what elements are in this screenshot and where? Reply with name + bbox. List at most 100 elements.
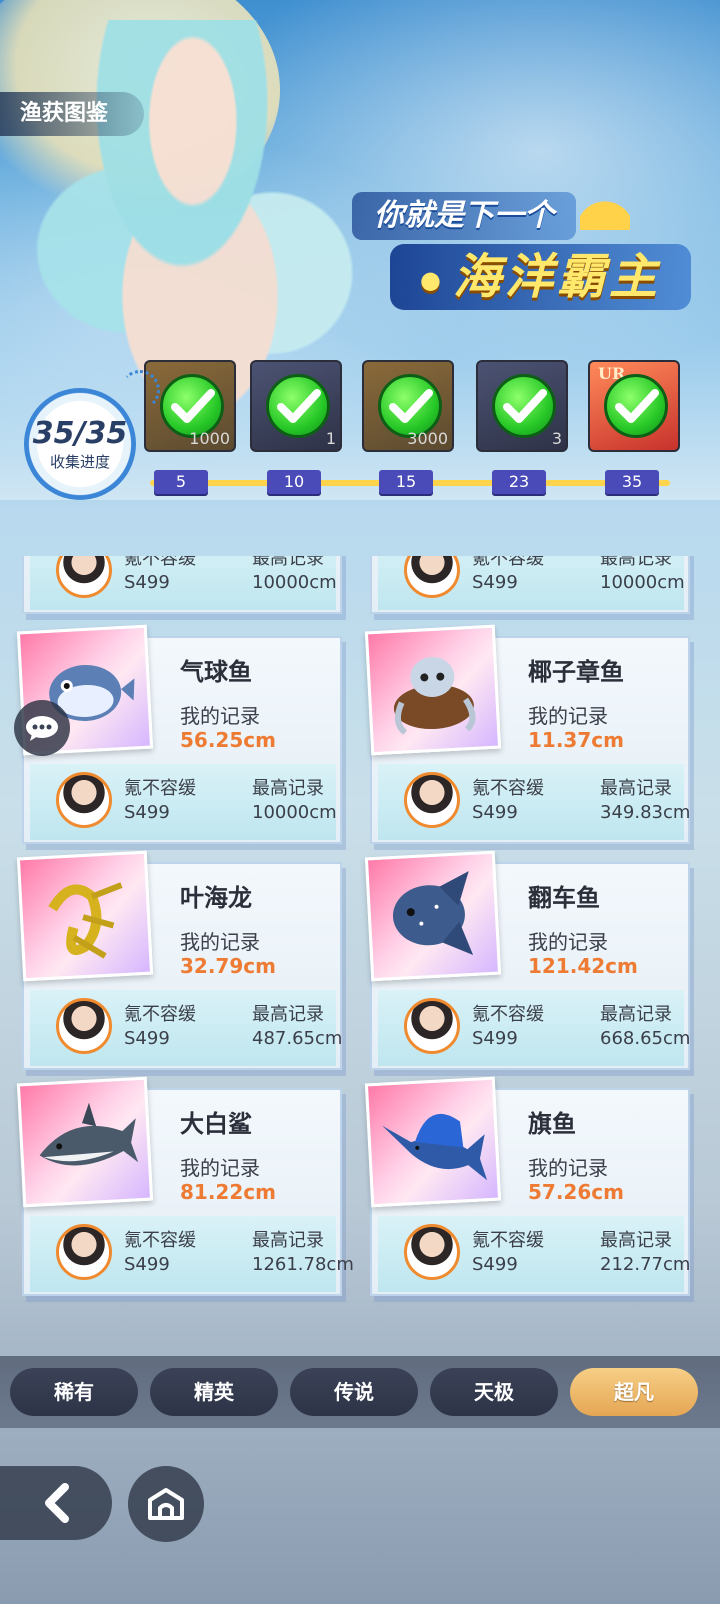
best-record-value: 668.65cm — [600, 1028, 691, 1049]
fish-card[interactable]: 氪不容缓 S499 最高记录 10000cm — [22, 556, 342, 614]
my-record-label: 我的记录 — [180, 704, 260, 728]
best-record-label: 最高记录 — [252, 1230, 324, 1251]
home-icon — [148, 1488, 184, 1520]
player-name: 氪不容缓 — [124, 778, 196, 799]
best-record-label: 最高记录 — [600, 1004, 672, 1025]
checkmark-icon — [266, 374, 330, 438]
milestone-marker: 15 — [379, 470, 433, 494]
fish-icon — [379, 638, 490, 743]
fish-icon — [379, 1090, 490, 1195]
avatar[interactable] — [404, 556, 460, 598]
my-record-value: 121.42cm — [528, 954, 638, 978]
player-name: 氪不容缓 — [124, 1230, 196, 1251]
fish-image — [16, 1076, 154, 1208]
player-name: 氪不容缓 — [472, 556, 544, 569]
best-record-label: 最高记录 — [252, 778, 324, 799]
collection-progress: 35/35 收集进度 — [24, 388, 136, 500]
avatar[interactable] — [404, 1224, 460, 1280]
top-record-panel: 氪不容缓 S499 最高记录 668.65cm — [378, 990, 690, 1066]
slogan-line2-wrap: ● 海洋霸主 — [390, 244, 691, 310]
top-record-panel: 氪不容缓 S499 最高记录 10000cm — [30, 556, 337, 610]
shell-icon — [580, 190, 630, 230]
top-record-panel: 氪不容缓 S499 最高记录 212.77cm — [378, 1216, 690, 1292]
my-record-label: 我的记录 — [180, 930, 260, 954]
fish-image — [16, 850, 154, 982]
fish-card[interactable]: 旗鱼 我的记录 57.26cm 氪不容缓 S499 最高记录 212.77cm — [364, 1076, 690, 1296]
tab-rarity-2[interactable]: 精英 — [150, 1368, 278, 1416]
player-score: S499 — [472, 572, 518, 593]
tab-rarity-4[interactable]: 天极 — [430, 1368, 558, 1416]
reward-chest-1[interactable]: 1000 — [144, 360, 236, 452]
tab-rarity-5[interactable]: 超凡 — [570, 1368, 698, 1416]
fish-image — [364, 850, 502, 982]
player-score: S499 — [472, 1028, 518, 1049]
my-record-label: 我的记录 — [528, 1156, 608, 1180]
avatar[interactable] — [404, 772, 460, 828]
milestone-marker: 23 — [492, 470, 546, 494]
chat-bubble-icon — [26, 716, 58, 741]
fish-name: 翻车鱼 — [528, 884, 600, 912]
reward-chest-2[interactable]: 1 — [250, 360, 342, 452]
fish-name: 叶海龙 — [180, 884, 252, 912]
player-score: S499 — [124, 802, 170, 823]
fish-icon — [31, 1090, 142, 1195]
tab-rarity-1[interactable]: 稀有 — [10, 1368, 138, 1416]
my-record-label: 我的记录 — [180, 1156, 260, 1180]
reward-quantity: 1 — [325, 429, 336, 448]
page-title: 渔获图鉴 — [0, 92, 145, 136]
player-name: 氪不容缓 — [472, 1004, 544, 1025]
reward-chest-5[interactable]: UR — [588, 360, 680, 452]
milestone-marker: 10 — [267, 470, 321, 494]
avatar[interactable] — [56, 556, 112, 598]
best-record-value: 212.77cm — [600, 1254, 691, 1275]
avatar[interactable] — [56, 1224, 112, 1280]
reward-quantity: 3 — [551, 429, 562, 448]
fish-icon — [31, 864, 142, 969]
fish-card[interactable]: 气球鱼 我的记录 56.25cm 氪不容缓 S499 最高记录 10000cm — [16, 624, 342, 844]
best-record-value: 487.65cm — [252, 1028, 343, 1049]
fish-card[interactable]: 大白鲨 我的记录 81.22cm 氪不容缓 S499 最高记录 1261.78cm — [16, 1076, 354, 1296]
sparkle-icon: ● — [420, 266, 445, 294]
player-score: S499 — [472, 1254, 518, 1275]
progress-label: 收集进度 — [49, 452, 110, 471]
player-score: S499 — [124, 1028, 170, 1049]
reward-quantity: 3000 — [407, 429, 448, 448]
best-record-value: 1261.78cm — [252, 1254, 354, 1275]
player-name: 氪不容缓 — [472, 778, 544, 799]
fish-card[interactable]: 氪不容缓 S499 最高记录 10000cm — [370, 556, 690, 614]
slogan: 你就是下一个 ● 海洋霸主 — [330, 180, 700, 320]
reward-chest-4[interactable]: 3 — [476, 360, 568, 452]
chain-decoration — [120, 370, 160, 410]
home-button[interactable] — [128, 1466, 204, 1542]
milestone-marker: 5 — [154, 470, 208, 494]
my-record-label: 我的记录 — [528, 930, 608, 954]
fish-list[interactable]: 氪不容缓 S499 最高记录 10000cm 氪不容缓 S499 最高记录 10000cm 气球… — [0, 556, 720, 1312]
fish-card[interactable]: 叶海龙 我的记录 32.79cm 氪不容缓 S499 最高记录 487.65cm — [16, 850, 343, 1070]
my-record-label: 我的记录 — [528, 704, 608, 728]
chat-button[interactable] — [14, 700, 70, 756]
best-record-value: 10000cm — [252, 802, 337, 823]
best-record-label: 最高记录 — [600, 556, 672, 569]
my-record-value: 56.25cm — [180, 728, 276, 752]
player-score: S499 — [124, 1254, 170, 1275]
best-record-label: 最高记录 — [600, 1230, 672, 1251]
best-record-value: 10000cm — [600, 572, 685, 593]
reward-chest-3[interactable]: 3000 — [362, 360, 454, 452]
avatar[interactable] — [56, 772, 112, 828]
fish-card[interactable]: 翻车鱼我的记录 121.42cm 氪不容缓 S499 最高记录 668.65cm — [364, 850, 690, 1070]
slogan-line2: 海洋霸主 — [452, 249, 661, 305]
avatar[interactable] — [56, 998, 112, 1054]
top-record-panel: 氪不容缓 S499 最高记录 349.83cm — [378, 764, 690, 840]
fish-image — [364, 624, 502, 756]
back-button[interactable] — [0, 1466, 112, 1540]
best-record-label: 最高记录 — [252, 1004, 324, 1025]
avatar[interactable] — [404, 998, 460, 1054]
slogan-line1: 你就是下一个 — [352, 192, 576, 240]
top-record-panel: 氪不容缓 S499 最高记录 1261.78cm — [30, 1216, 354, 1292]
fish-card[interactable]: 椰子章鱼 我的记录 11.37cm 氪不容缓 S499 最高记录 349.83cm — [364, 624, 690, 844]
fish-icon — [379, 864, 490, 969]
my-record-value: 57.26cm — [528, 1180, 624, 1204]
player-name: 氪不容缓 — [124, 556, 196, 569]
chevron-left-icon — [45, 1483, 69, 1523]
tab-rarity-3[interactable]: 传说 — [290, 1368, 418, 1416]
